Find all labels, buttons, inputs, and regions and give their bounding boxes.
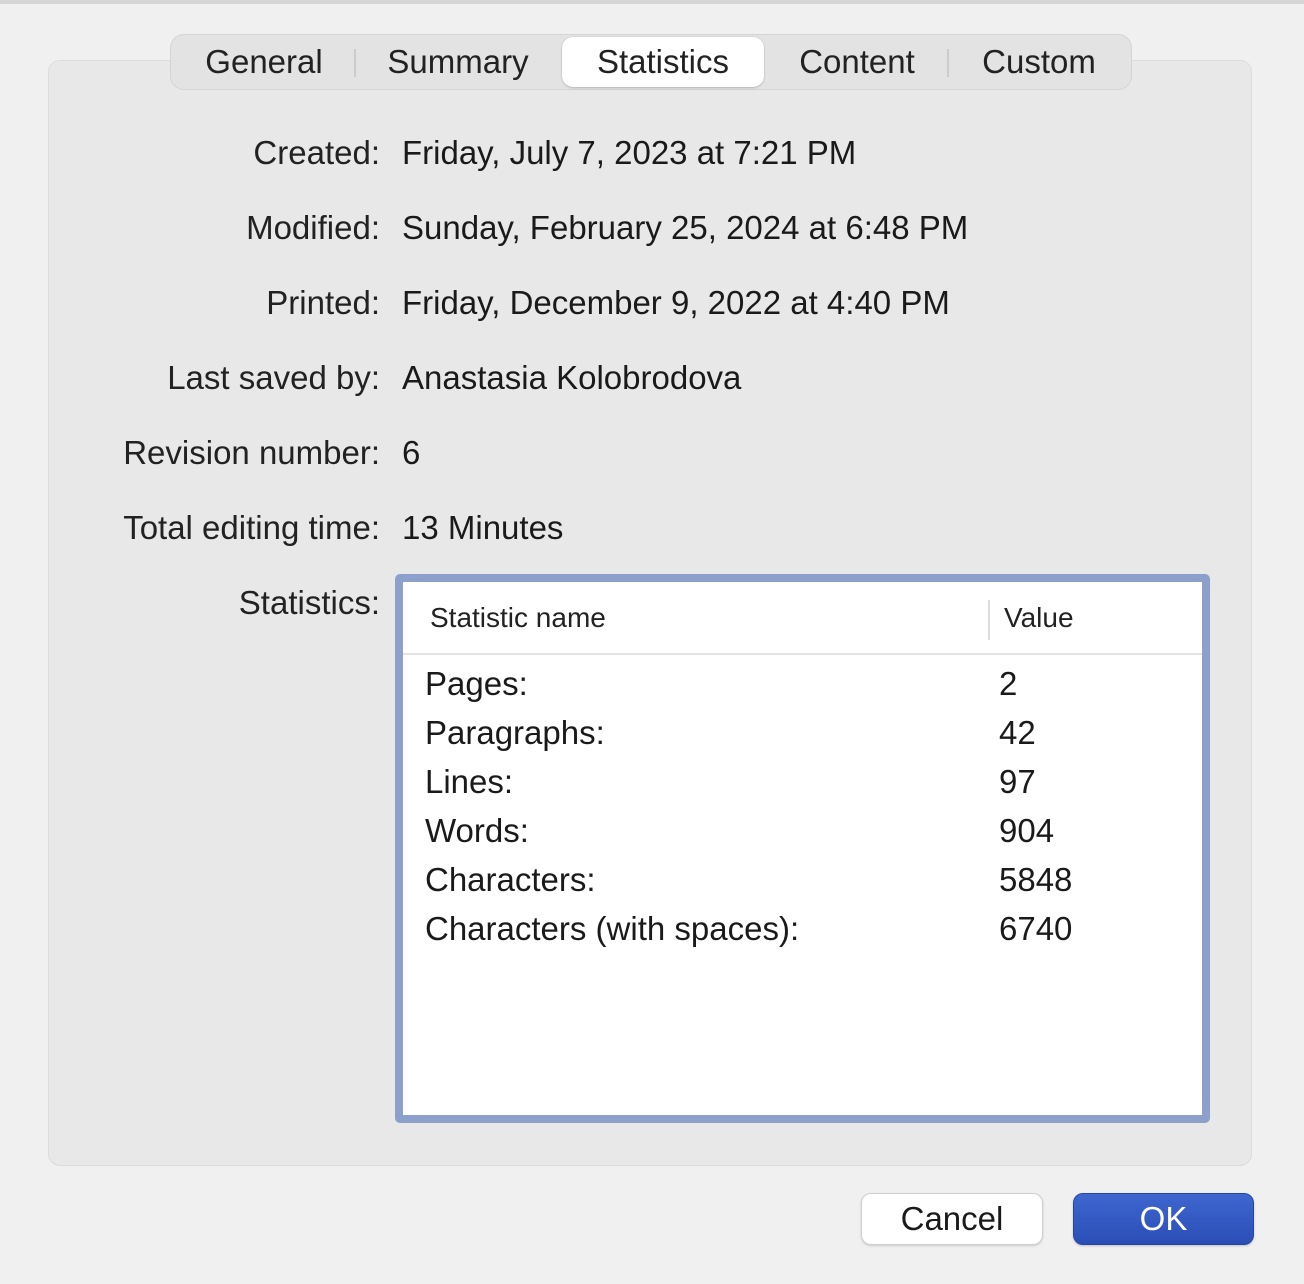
- created-value: Friday, July 7, 2023 at 7:21 PM: [402, 134, 857, 171]
- statistic-value: 2: [999, 665, 1018, 702]
- column-header-value[interactable]: Value: [1004, 602, 1074, 634]
- statistics-label: Statistics:: [238, 584, 380, 621]
- column-separator[interactable]: [988, 600, 990, 640]
- printed-value: Friday, December 9, 2022 at 4:40 PM: [402, 284, 950, 321]
- statistic-name: Words:: [425, 812, 529, 849]
- modified-value: Sunday, February 25, 2024 at 6:48 PM: [402, 209, 969, 246]
- statistic-value: 97: [999, 763, 1036, 800]
- total-editing-time-label: Total editing time:: [123, 509, 380, 546]
- tab-content[interactable]: Content: [777, 37, 937, 87]
- table-row[interactable]: Pages: 2: [403, 659, 1202, 708]
- revision-number-label: Revision number:: [123, 434, 380, 471]
- statistic-name: Pages:: [425, 665, 528, 702]
- created-label: Created:: [253, 134, 380, 171]
- statistic-name: Characters:: [425, 861, 596, 898]
- tab-statistics[interactable]: Statistics: [562, 37, 764, 87]
- ok-button[interactable]: OK: [1073, 1193, 1254, 1245]
- modified-label: Modified:: [246, 209, 380, 246]
- last-saved-by-value: Anastasia Kolobrodova: [402, 359, 742, 396]
- total-editing-time-value: 13 Minutes: [402, 509, 564, 546]
- last-saved-by-label: Last saved by:: [167, 359, 380, 396]
- statistic-value: 6740: [999, 910, 1073, 947]
- statistic-name: Lines:: [425, 763, 514, 800]
- statistic-value: 5848: [999, 861, 1073, 898]
- tab-separator: [354, 49, 356, 77]
- revision-number-value: 6: [402, 434, 421, 471]
- table-header: Statistic name Value: [403, 582, 1202, 655]
- column-header-statistic-name[interactable]: Statistic name: [430, 602, 606, 634]
- window-top-border: [0, 0, 1304, 4]
- statistic-value: 42: [999, 714, 1036, 751]
- cancel-button[interactable]: Cancel: [861, 1193, 1043, 1245]
- table-row[interactable]: Lines: 97: [403, 757, 1202, 806]
- printed-label: Printed:: [266, 284, 380, 321]
- statistics-table[interactable]: Statistic name Value Pages: 2 Paragraphs…: [395, 574, 1210, 1123]
- statistic-name: Characters (with spaces):: [425, 910, 800, 947]
- table-row[interactable]: Paragraphs: 42: [403, 708, 1202, 757]
- tab-separator: [947, 49, 949, 77]
- tab-summary[interactable]: Summary: [367, 37, 549, 87]
- statistic-name: Paragraphs:: [425, 714, 605, 751]
- table-row[interactable]: Words: 904: [403, 806, 1202, 855]
- statistic-value: 904: [999, 812, 1055, 849]
- table-row[interactable]: Characters (with spaces): 6740: [403, 904, 1202, 953]
- tab-bar: General Summary Statistics Content Custo…: [170, 34, 1132, 90]
- table-row[interactable]: Characters: 5848: [403, 855, 1202, 904]
- tab-general[interactable]: General: [185, 37, 343, 87]
- tab-custom[interactable]: Custom: [961, 37, 1117, 87]
